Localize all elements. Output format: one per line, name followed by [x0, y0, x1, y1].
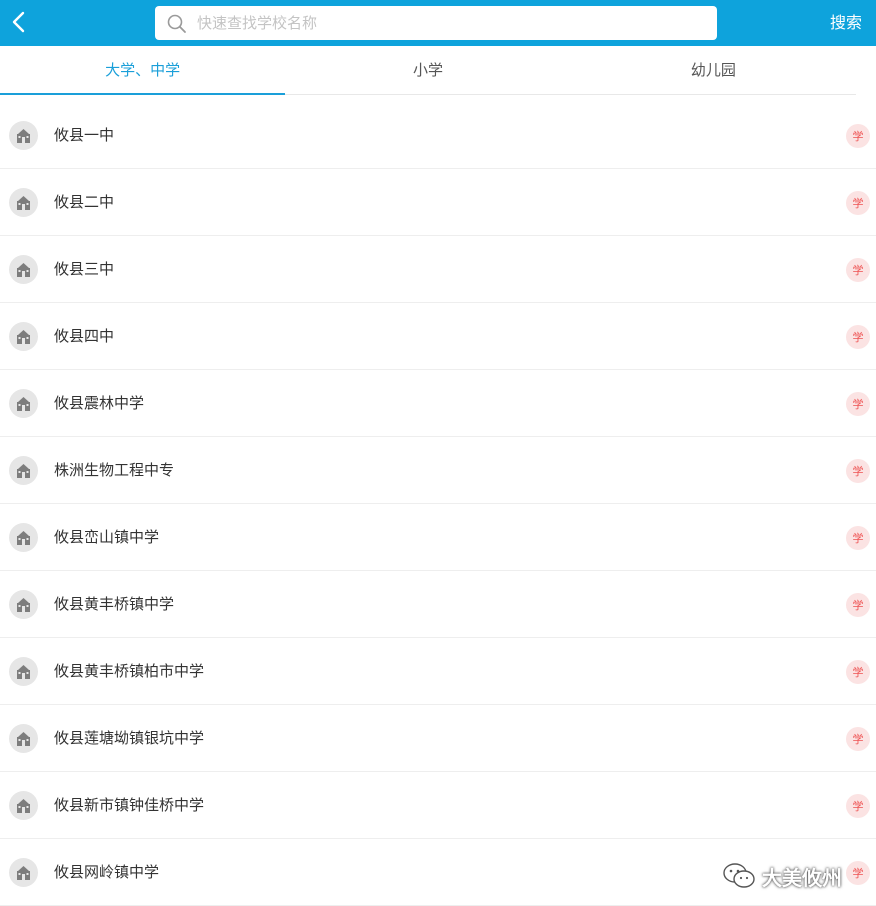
badge-label: 学 — [852, 330, 864, 344]
list-item[interactable]: 攸县新市镇钟佳桥中学 学 — [0, 772, 876, 839]
school-icon — [9, 456, 38, 485]
watermark-text: 大美攸州 — [762, 865, 842, 890]
category-tabs: 大学、中学 小学 幼儿园 — [0, 46, 856, 95]
school-badge-icon: 学 — [846, 392, 870, 416]
school-badge-icon: 学 — [846, 593, 870, 617]
list-item[interactable]: 攸县四中 学 — [0, 303, 876, 370]
chevron-left-icon — [12, 11, 25, 33]
badge-label: 学 — [852, 866, 864, 880]
school-icon — [9, 858, 38, 887]
school-icon — [9, 389, 38, 418]
school-name: 攸县黄丰桥镇中学 — [54, 595, 175, 613]
school-name: 攸县黄丰桥镇柏市中学 — [54, 662, 205, 680]
school-name: 攸县三中 — [54, 260, 115, 278]
list-item[interactable]: 攸县黄丰桥镇中学 学 — [0, 571, 876, 638]
school-icon — [9, 657, 38, 686]
badge-label: 学 — [852, 531, 864, 545]
school-name: 攸县峦山镇中学 — [54, 528, 160, 546]
list-item[interactable]: 攸县黄丰桥镇柏市中学 学 — [0, 638, 876, 705]
school-badge-icon: 学 — [846, 459, 870, 483]
list-item[interactable]: 株洲生物工程中专 学 — [0, 437, 876, 504]
school-name: 攸县四中 — [54, 327, 115, 345]
search-button[interactable]: 搜索 — [830, 0, 862, 46]
school-badge-icon: 学 — [846, 325, 870, 349]
list-item[interactable]: 攸县莲塘坳镇银坑中学 学 — [0, 705, 876, 772]
list-item[interactable]: 攸县三中 学 — [0, 236, 876, 303]
badge-label: 学 — [852, 464, 864, 478]
school-badge-icon: 学 — [846, 727, 870, 751]
list-item[interactable]: 攸县震林中学 学 — [0, 370, 876, 437]
tab-kindergarten[interactable]: 幼儿园 — [571, 46, 856, 94]
badge-label: 学 — [852, 665, 864, 679]
school-icon — [9, 590, 38, 619]
school-icon — [9, 523, 38, 552]
back-button[interactable] — [4, 7, 32, 37]
school-name: 攸县莲塘坳镇银坑中学 — [54, 729, 205, 747]
list-item[interactable]: 攸县峦山镇中学 学 — [0, 504, 876, 571]
badge-label: 学 — [852, 129, 864, 143]
school-icon — [9, 724, 38, 753]
top-bar: 搜索 — [0, 0, 876, 46]
list-item[interactable]: 攸县二中 学 — [0, 169, 876, 236]
search-box[interactable] — [155, 6, 717, 40]
school-badge-icon: 学 — [846, 660, 870, 684]
school-list: 攸县一中学攸县二中学攸县三中学攸县四中学攸县震林中学学株洲生物工程中专学攸县峦山… — [0, 102, 876, 906]
school-badge-icon: 学 — [846, 526, 870, 550]
list-item[interactable]: 攸县一中 学 — [0, 102, 876, 169]
school-icon — [9, 188, 38, 217]
badge-label: 学 — [852, 732, 864, 746]
school-badge-icon: 学 — [846, 794, 870, 818]
watermark: 大美攸州 — [722, 860, 842, 892]
school-badge-icon: 学 — [846, 258, 870, 282]
tab-primary[interactable]: 小学 — [285, 46, 570, 94]
badge-label: 学 — [852, 799, 864, 813]
school-icon — [9, 791, 38, 820]
school-name: 攸县二中 — [54, 193, 115, 211]
badge-label: 学 — [852, 263, 864, 277]
school-badge-icon: 学 — [846, 191, 870, 215]
school-name: 株洲生物工程中专 — [54, 461, 175, 479]
school-name: 攸县网岭镇中学 — [54, 863, 160, 881]
school-icon — [9, 322, 38, 351]
school-icon — [9, 255, 38, 284]
search-icon — [167, 14, 186, 33]
tab-university-middle[interactable]: 大学、中学 — [0, 46, 286, 95]
school-name: 攸县新市镇钟佳桥中学 — [54, 796, 205, 814]
school-badge-icon: 学 — [846, 124, 870, 148]
badge-label: 学 — [852, 397, 864, 411]
search-input[interactable] — [197, 6, 702, 40]
school-icon — [9, 121, 38, 150]
school-name: 攸县一中 — [54, 126, 115, 144]
wechat-icon — [723, 863, 755, 888]
school-name: 攸县震林中学 — [54, 394, 145, 412]
badge-label: 学 — [852, 196, 864, 210]
badge-label: 学 — [852, 598, 864, 612]
school-badge-icon: 学 — [846, 861, 870, 885]
